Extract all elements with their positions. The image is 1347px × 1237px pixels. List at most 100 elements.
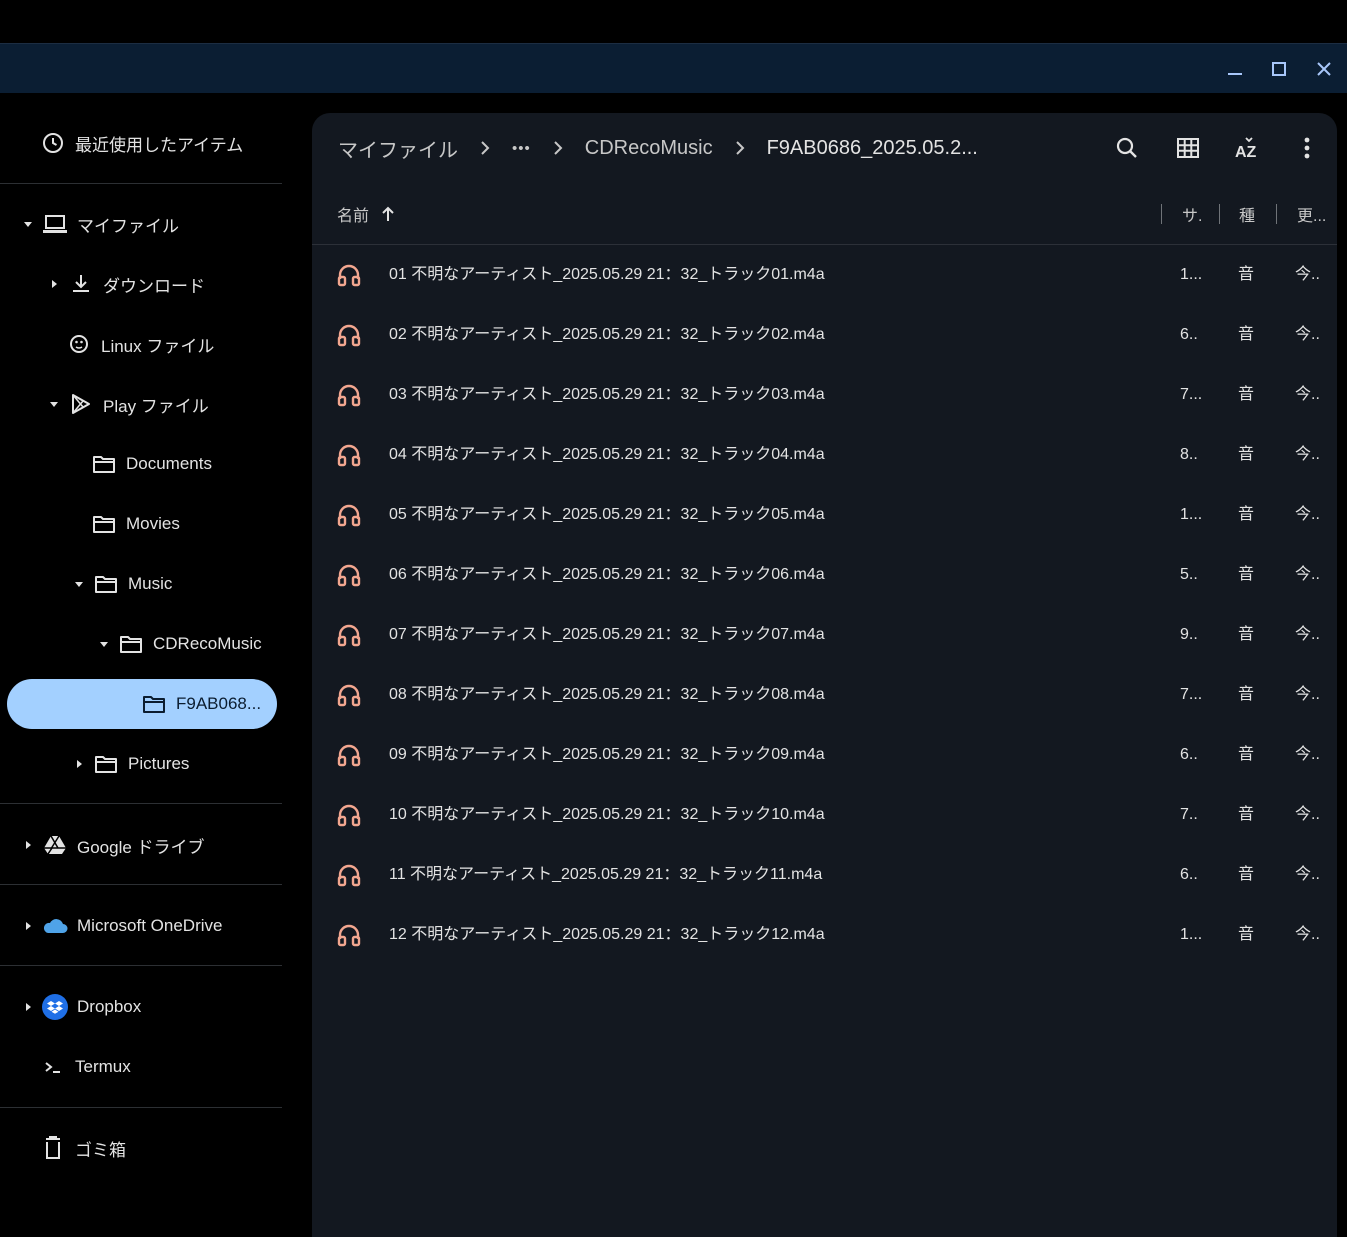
file-row[interactable]: 07 不明なアーティスト_2025.05.29 21：32_トラック07.m4a… [312, 605, 1337, 665]
sidebar-item-label: Play ファイル [103, 396, 209, 416]
breadcrumb-more-button[interactable]: ••• [512, 140, 531, 157]
file-type: 音 [1238, 566, 1255, 583]
sidebar-item-documents[interactable]: Documents [91, 439, 212, 489]
file-list-panel: マイファイル ••• CDRecoMusic F9AB0686_2025.05.… [312, 113, 1337, 1237]
trash-icon [40, 1135, 66, 1161]
file-row[interactable]: 05 不明なアーティスト_2025.05.29 21：32_トラック05.m4a… [312, 485, 1337, 545]
file-row[interactable]: 04 不明なアーティスト_2025.05.29 21：32_トラック04.m4a… [312, 425, 1337, 485]
column-type-header[interactable]: 種 [1239, 193, 1255, 235]
file-modified: 今.. [1295, 446, 1320, 463]
headphones-icon [336, 382, 362, 408]
sort-button[interactable]: AZ [1230, 131, 1264, 165]
sidebar-divider [0, 183, 282, 184]
more-vertical-icon [1304, 137, 1310, 159]
breadcrumb-root[interactable]: マイファイル [338, 134, 458, 163]
file-size: 8.. [1180, 446, 1198, 463]
caret-right-icon[interactable] [22, 839, 34, 851]
sidebar-item-dropbox[interactable]: Dropbox [22, 982, 141, 1032]
file-row[interactable]: 06 不明なアーティスト_2025.05.29 21：32_トラック06.m4a… [312, 545, 1337, 605]
column-modified-header[interactable]: 更... [1297, 193, 1326, 235]
file-type: 音 [1238, 926, 1255, 943]
file-size: 1... [1180, 926, 1203, 943]
breadcrumb: マイファイル ••• CDRecoMusic F9AB0686_2025.05.… [338, 131, 978, 165]
sidebar-item-recent[interactable]: 最近使用したアイテム [40, 118, 243, 168]
column-modified-label: 更... [1297, 208, 1327, 225]
sidebar-divider [0, 884, 282, 885]
sidebar-item-movies[interactable]: Movies [91, 499, 180, 549]
column-size-header[interactable]: サ. [1182, 193, 1202, 235]
arrow-up-icon [381, 206, 395, 222]
sidebar-item-onedrive[interactable]: Microsoft OneDrive [22, 901, 222, 951]
caret-down-icon[interactable] [48, 398, 60, 410]
sidebar-item-my-files[interactable]: マイファイル [22, 199, 179, 249]
headphones-icon [336, 682, 362, 708]
sidebar-item-linux-files[interactable]: Linux ファイル [66, 319, 214, 369]
minimize-icon [1228, 73, 1242, 75]
sidebar-item-label: Termux [75, 1057, 131, 1076]
file-name: 08 不明なアーティスト_2025.05.29 21：32_トラック08.m4a [389, 686, 825, 703]
file-row[interactable]: 08 不明なアーティスト_2025.05.29 21：32_トラック08.m4a… [312, 665, 1337, 725]
file-row[interactable]: 09 不明なアーティスト_2025.05.29 21：32_トラック09.m4a… [312, 725, 1337, 785]
sidebar-item-trash[interactable]: ゴミ箱 [40, 1123, 126, 1173]
file-row[interactable]: 03 不明なアーティスト_2025.05.29 21：32_トラック03.m4a… [312, 365, 1337, 425]
column-name-header[interactable]: 名前 [337, 193, 395, 235]
sidebar-item-cdrecomusic[interactable]: CDRecoMusic [98, 619, 262, 669]
caret-down-icon[interactable] [98, 638, 110, 650]
file-row[interactable]: 02 不明なアーティスト_2025.05.29 21：32_トラック02.m4a… [312, 305, 1337, 365]
sidebar-item-termux[interactable]: Termux [40, 1042, 131, 1092]
caret-down-icon[interactable] [73, 578, 85, 590]
search-button[interactable] [1110, 131, 1144, 165]
headphones-icon [336, 622, 362, 648]
dropbox-icon [42, 994, 68, 1020]
column-resize-handle[interactable] [1161, 204, 1162, 224]
caret-right-icon[interactable] [48, 278, 60, 290]
search-icon [1116, 137, 1137, 158]
file-modified: 今.. [1295, 506, 1320, 523]
caret-down-icon[interactable] [22, 218, 34, 230]
sidebar-item-label: 最近使用したアイテム [75, 135, 244, 155]
sidebar-item-label: Dropbox [77, 997, 142, 1016]
minimize-button[interactable] [1222, 56, 1248, 82]
chevron-right-icon [480, 141, 490, 155]
caret-right-icon[interactable] [22, 1001, 34, 1013]
file-row[interactable]: 10 不明なアーティスト_2025.05.29 21：32_トラック10.m4a… [312, 785, 1337, 845]
sidebar-item-f9ab0686-selected[interactable]: F9AB068... [7, 679, 277, 729]
file-size: 7.. [1180, 806, 1198, 823]
caret-right-icon[interactable] [73, 758, 85, 770]
chevron-right-icon [553, 141, 563, 155]
headphones-icon [336, 802, 362, 828]
column-size-label: サ. [1182, 208, 1203, 225]
close-icon [1317, 62, 1331, 76]
sidebar-item-downloads[interactable]: ダウンロード [48, 259, 205, 309]
caret-right-icon[interactable] [22, 920, 34, 932]
grid-view-icon [1177, 138, 1199, 158]
sidebar-item-play-files[interactable]: Play ファイル [48, 379, 209, 429]
sidebar-item-google-drive[interactable]: Google ドライブ [22, 820, 205, 870]
headphones-icon [336, 502, 362, 528]
file-row[interactable]: 01 不明なアーティスト_2025.05.29 21：32_トラック01.m4a… [312, 245, 1337, 305]
sidebar-item-music[interactable]: Music [73, 559, 172, 609]
more-options-button[interactable] [1290, 131, 1324, 165]
headphones-icon [336, 322, 362, 348]
file-name: 07 不明なアーティスト_2025.05.29 21：32_トラック07.m4a [389, 626, 825, 643]
breadcrumb-parent[interactable]: CDRecoMusic [585, 137, 713, 160]
file-name: 04 不明なアーティスト_2025.05.29 21：32_トラック04.m4a [389, 446, 825, 463]
file-row[interactable]: 12 不明なアーティスト_2025.05.29 21：32_トラック12.m4a… [312, 905, 1337, 965]
grid-view-button[interactable] [1171, 131, 1205, 165]
column-resize-handle[interactable] [1219, 204, 1220, 224]
column-header-row: 名前 サ. 種 更... [312, 193, 1337, 245]
sidebar-item-pictures[interactable]: Pictures [73, 739, 189, 789]
file-type: 音 [1238, 626, 1255, 643]
close-button[interactable] [1311, 56, 1337, 82]
column-resize-handle[interactable] [1276, 204, 1277, 224]
sidebar-item-label: Pictures [128, 754, 190, 773]
folder-icon [91, 511, 117, 537]
breadcrumb-current[interactable]: F9AB0686_2025.05.2... [767, 137, 978, 160]
file-type: 音 [1238, 686, 1255, 703]
file-row[interactable]: 11 不明なアーティスト_2025.05.29 21：32_トラック11.m4a… [312, 845, 1337, 905]
file-type: 音 [1238, 386, 1255, 403]
folder-icon [118, 631, 144, 657]
maximize-button[interactable] [1266, 56, 1292, 82]
file-size: 5.. [1180, 566, 1198, 583]
svg-text:AZ: AZ [1235, 144, 1257, 160]
